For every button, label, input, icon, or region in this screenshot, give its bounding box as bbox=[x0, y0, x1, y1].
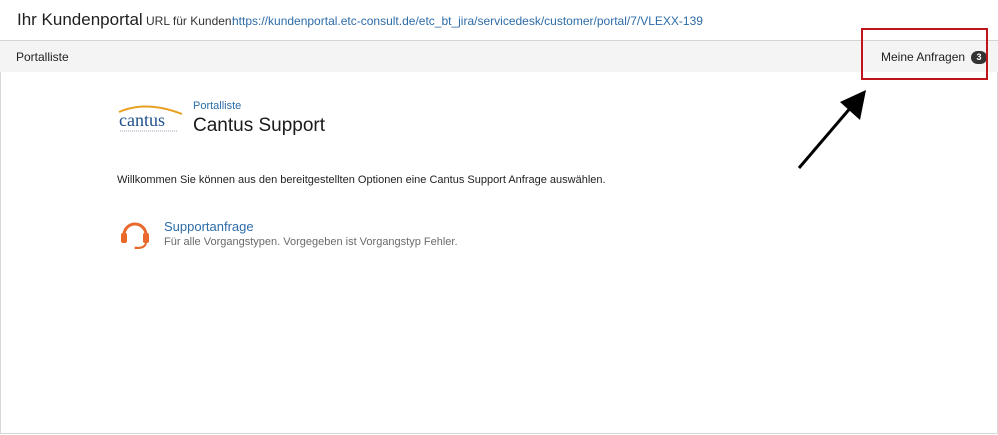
highlight-box bbox=[861, 28, 988, 80]
request-type-description: Für alle Vorgangstypen. Vorgegeben ist V… bbox=[164, 236, 458, 248]
portal-header-title: Ihr Kundenportal bbox=[17, 10, 143, 29]
logo-swoosh-icon: cantus bbox=[118, 105, 183, 132]
pointer-arrow bbox=[797, 90, 866, 169]
welcome-message: Willkommen Sie können aus den bereitgest… bbox=[117, 174, 606, 186]
portal-title: Cantus Support bbox=[193, 115, 326, 136]
headset-icon bbox=[121, 222, 149, 249]
breadcrumb-portal-list[interactable]: Portalliste bbox=[193, 100, 241, 112]
request-type-supportanfrage[interactable]: Supportanfrage bbox=[164, 219, 254, 234]
portal-nav-bar: Portalliste Meine Anfragen 3 bbox=[0, 41, 998, 72]
logo-text: cantus bbox=[119, 110, 165, 130]
portal-header: Ihr Kundenportal URL für Kunden: https:/… bbox=[0, 0, 998, 41]
customer-url-label: URL für Kunden: bbox=[146, 14, 235, 28]
cantus-logo: cantus bbox=[116, 102, 186, 138]
nav-portal-list[interactable]: Portalliste bbox=[16, 50, 69, 64]
customer-url-link[interactable]: https://kundenportal.etc-consult.de/etc_… bbox=[232, 14, 703, 28]
